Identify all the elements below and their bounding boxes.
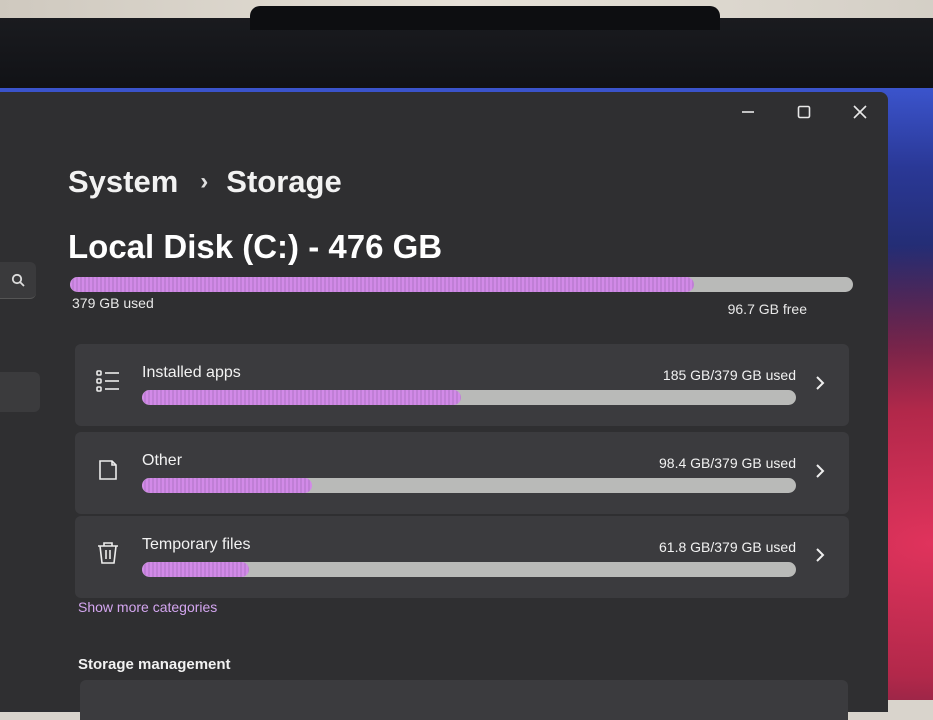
category-usage-bar xyxy=(142,390,796,405)
disk-title: Local Disk (C:) - 476 GB xyxy=(68,228,443,265)
category-other[interactable]: Other 98.4 GB/379 GB used xyxy=(75,432,849,514)
category-size: 185 GB/379 GB used xyxy=(662,367,796,383)
category-name: Other xyxy=(142,452,183,469)
category-size: 61.8 GB/379 GB used xyxy=(659,539,796,555)
category-usage-bar xyxy=(142,562,796,577)
category-size: 98.4 GB/379 GB used xyxy=(659,455,796,471)
chevron-right-icon xyxy=(813,462,827,480)
maximize-icon xyxy=(797,105,811,119)
category-usage-fill xyxy=(142,562,249,577)
category-name: Temporary files xyxy=(142,536,251,553)
category-temporary-files[interactable]: Temporary files 61.8 GB/379 GB used xyxy=(75,516,849,598)
disk-free-label: 96.7 GB free xyxy=(727,301,807,317)
close-button[interactable] xyxy=(832,92,888,132)
settings-window: System › Storage Local Disk (C:) - 476 G… xyxy=(0,92,888,720)
category-usage-fill xyxy=(142,390,462,405)
category-usage-fill xyxy=(142,478,313,493)
apps-list-icon xyxy=(95,368,121,394)
breadcrumb: System › Storage xyxy=(68,164,342,200)
disk-used-label: 379 GB used xyxy=(72,295,154,311)
storage-management-heading: Storage management xyxy=(78,656,231,673)
sidebar-item-selected[interactable] xyxy=(0,372,40,412)
laptop-notch xyxy=(250,6,720,30)
category-name: Installed apps xyxy=(142,364,241,381)
chevron-right-icon xyxy=(813,546,827,564)
category-usage-bar xyxy=(142,478,796,493)
minimize-button[interactable] xyxy=(720,92,776,132)
sidebar-search-button[interactable] xyxy=(0,262,36,299)
trash-icon xyxy=(95,540,121,566)
close-icon xyxy=(853,105,867,119)
search-icon xyxy=(11,273,25,287)
show-more-categories-link[interactable]: Show more categories xyxy=(78,599,217,615)
document-icon xyxy=(95,456,121,482)
disk-usage-bar xyxy=(70,277,853,292)
storage-management-card[interactable] xyxy=(80,680,848,720)
breadcrumb-storage: Storage xyxy=(226,164,342,199)
chevron-right-icon xyxy=(813,374,827,392)
disk-usage-fill xyxy=(70,277,695,292)
maximize-button[interactable] xyxy=(776,92,832,132)
breadcrumb-separator: › xyxy=(200,168,209,195)
window-caption-controls xyxy=(720,92,888,132)
breadcrumb-system[interactable]: System xyxy=(68,164,178,200)
category-installed-apps[interactable]: Installed apps 185 GB/379 GB used xyxy=(75,344,849,426)
minimize-icon xyxy=(742,111,754,113)
